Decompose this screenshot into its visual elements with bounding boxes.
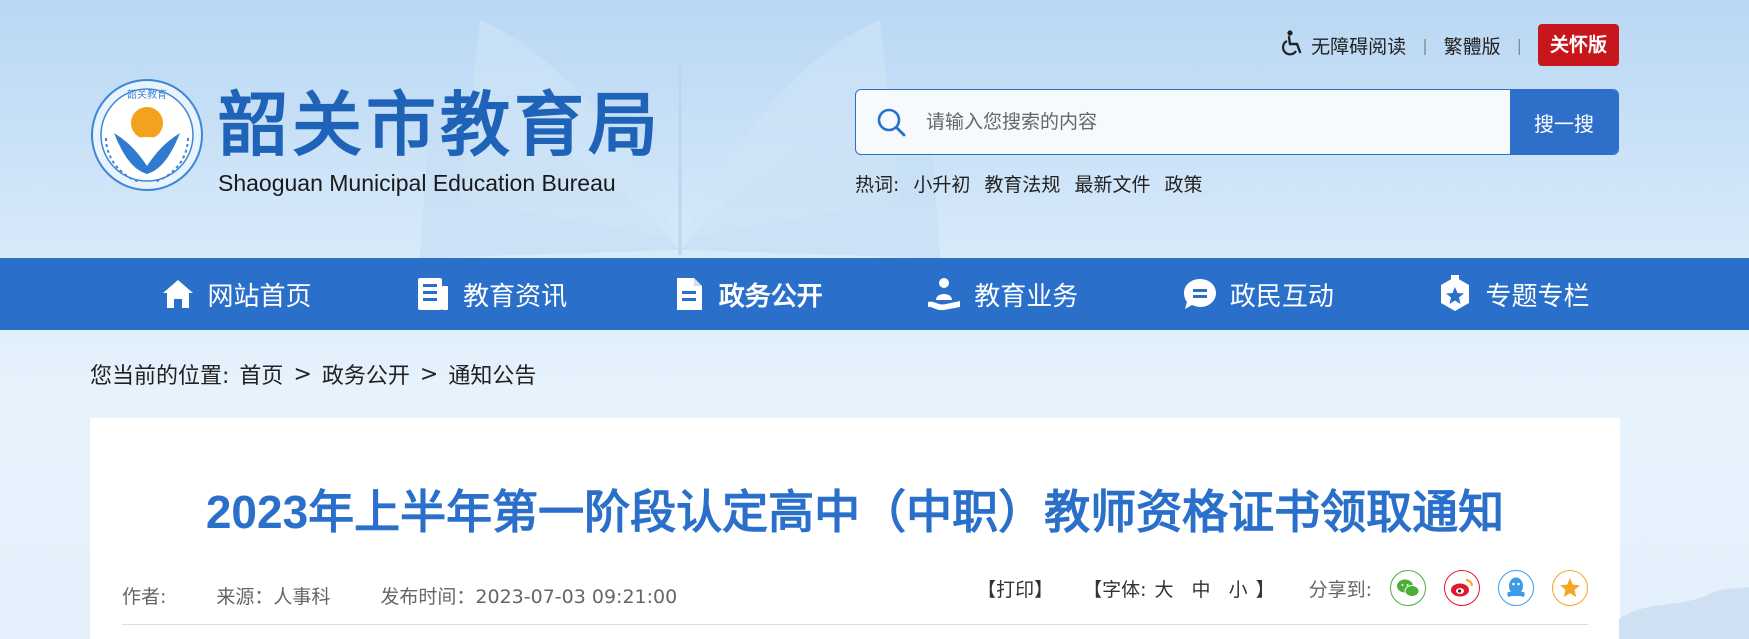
breadcrumb-separator: > bbox=[419, 361, 439, 387]
print-button[interactable]: 【打印】 bbox=[977, 575, 1053, 602]
article-source: 来源：人事科 bbox=[216, 586, 331, 608]
share-qzone-button[interactable] bbox=[1552, 570, 1588, 606]
document-icon bbox=[671, 276, 707, 312]
nav-item-home[interactable]: 网站首页 bbox=[160, 258, 312, 330]
share-wechat-button[interactable] bbox=[1390, 570, 1426, 606]
article-publish-time: 发布时间：2023-07-03 09:21:00 bbox=[380, 586, 678, 608]
search-input[interactable] bbox=[926, 90, 1510, 154]
nav-item-label: 专题专栏 bbox=[1485, 281, 1590, 312]
article-tools: 【打印】 【字体: 大 中 小 】 分享到: bbox=[977, 570, 1588, 606]
home-icon bbox=[160, 276, 196, 312]
hot-word-link[interactable]: 政策 bbox=[1164, 170, 1202, 197]
accessibility-label: 无障碍阅读 bbox=[1311, 35, 1407, 58]
nav-item-label: 政民互动 bbox=[1229, 281, 1334, 312]
nav-item-label: 教育资讯 bbox=[463, 281, 568, 312]
article-meta: 作者: 来源：人事科 发布时间：2023-07-03 09:21:00 bbox=[122, 582, 677, 609]
qq-icon bbox=[1507, 577, 1525, 597]
hot-words: 热词: 小升初 教育法规 最新文件 政策 bbox=[855, 170, 1202, 197]
breadcrumb-government-affairs[interactable]: 政务公开 bbox=[322, 358, 410, 390]
star-badge-icon bbox=[1437, 275, 1473, 312]
nav-item-education-services[interactable]: 教育业务 bbox=[926, 258, 1078, 330]
share-weibo-button[interactable] bbox=[1444, 570, 1480, 606]
separator: | bbox=[1422, 35, 1428, 55]
emblem-text: 韶关教育 bbox=[127, 88, 167, 101]
breadcrumb-home[interactable]: 首页 bbox=[239, 358, 283, 390]
article-author: 作者: bbox=[122, 586, 167, 608]
hot-word-link[interactable]: 小升初 bbox=[913, 170, 970, 197]
breadcrumb-notices[interactable]: 通知公告 bbox=[448, 358, 536, 390]
qzone-icon bbox=[1560, 578, 1580, 597]
nav-item-special-topics[interactable]: 专题专栏 bbox=[1437, 258, 1589, 330]
site-subtitle: Shaoguan Municipal Education Bureau bbox=[218, 170, 616, 196]
separator: | bbox=[1516, 35, 1522, 55]
hot-words-label: 热词: bbox=[855, 174, 900, 196]
nav-item-public-interaction[interactable]: 政民互动 bbox=[1182, 258, 1334, 330]
care-mode-button[interactable]: 关怀版 bbox=[1537, 24, 1619, 66]
font-size-small-button[interactable]: 小 bbox=[1229, 575, 1248, 602]
nav-item-label: 政务公开 bbox=[718, 281, 823, 312]
person-service-icon bbox=[926, 276, 962, 312]
bureau-emblem[interactable]: 韶关教育 bbox=[90, 78, 204, 192]
nav-item-news[interactable]: 教育资讯 bbox=[415, 258, 567, 330]
share-qq-button[interactable] bbox=[1498, 570, 1534, 606]
utility-bar: 无障碍阅读 | 繁體版 | 关怀版 bbox=[1281, 24, 1619, 66]
search-bar: 搜一搜 bbox=[855, 89, 1619, 155]
site-title[interactable]: 韶关市教育局 bbox=[218, 80, 662, 170]
main-nav: 网站首页 教育资讯 政务公开 教育业务 政民互动 专题专栏 bbox=[0, 258, 1749, 330]
font-size-options: 大 中 小 bbox=[1155, 575, 1248, 602]
search-icon bbox=[856, 90, 926, 154]
accessibility-link[interactable]: 无障碍阅读 bbox=[1281, 29, 1407, 61]
breadcrumb: 您当前的位置: 首页 > 政务公开 > 通知公告 bbox=[90, 358, 536, 390]
font-size-close: 】 bbox=[1255, 578, 1275, 601]
font-size-medium-button[interactable]: 中 bbox=[1192, 575, 1211, 602]
nav-item-label: 教育业务 bbox=[974, 281, 1079, 312]
share-label: 分享到: bbox=[1308, 578, 1372, 601]
newspaper-icon bbox=[415, 276, 451, 312]
chat-bubble-icon bbox=[1182, 276, 1218, 312]
meta-divider bbox=[122, 624, 1588, 625]
traditional-chinese-link[interactable]: 繁體版 bbox=[1444, 32, 1501, 59]
search-button[interactable]: 搜一搜 bbox=[1510, 90, 1618, 154]
decorative-wave bbox=[1619, 587, 1749, 639]
wechat-icon bbox=[1397, 579, 1420, 597]
nav-item-label: 网站首页 bbox=[207, 281, 312, 312]
article-title: 2023年上半年第一阶段认定高中（中职）教师资格证书领取通知 bbox=[205, 486, 1505, 538]
font-size-large-button[interactable]: 大 bbox=[1155, 575, 1174, 602]
hot-word-link[interactable]: 教育法规 bbox=[984, 170, 1060, 197]
article-card: 2023年上半年第一阶段认定高中（中职）教师资格证书领取通知 作者: 来源：人事… bbox=[90, 418, 1620, 639]
nav-item-government-affairs[interactable]: 政务公开 bbox=[671, 258, 823, 330]
breadcrumb-separator: > bbox=[293, 361, 312, 387]
breadcrumb-prefix: 您当前的位置: bbox=[90, 364, 230, 389]
weibo-icon bbox=[1451, 579, 1473, 597]
wheelchair-icon bbox=[1281, 29, 1305, 61]
hot-word-link[interactable]: 最新文件 bbox=[1074, 170, 1150, 197]
font-size-label: 【字体: bbox=[1083, 578, 1147, 601]
